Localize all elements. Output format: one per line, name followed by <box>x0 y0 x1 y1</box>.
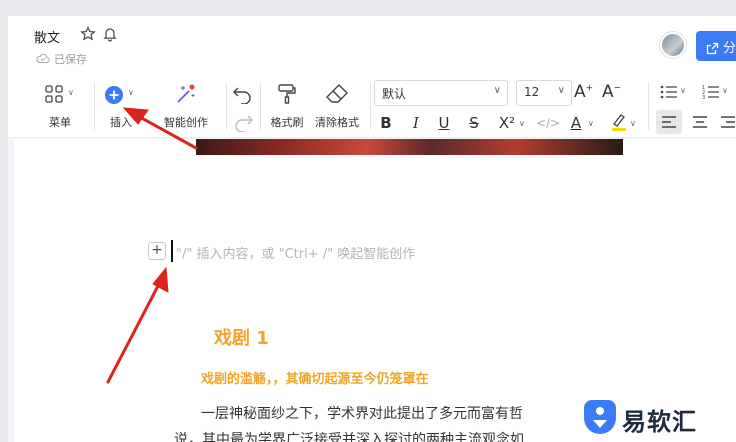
ai-create-button[interactable]: 智能创作 <box>160 82 212 138</box>
paragraph-line[interactable]: 说，其中最为学界广泛接受并深入探讨的两种主流观念如 <box>174 429 524 442</box>
redo-icon[interactable] <box>232 112 254 132</box>
align-center-icon[interactable] <box>692 115 708 129</box>
grid-icon <box>45 85 63 103</box>
chevron-down-icon[interactable]: ∨ <box>680 86 686 95</box>
divider <box>94 82 95 130</box>
underline-icon[interactable]: U <box>436 112 452 134</box>
document-title[interactable]: 散文 <box>34 27 60 46</box>
superscript-icon[interactable]: X² <box>496 112 518 134</box>
code-icon[interactable]: </> <box>536 112 560 134</box>
font-size-select[interactable]: 12 ∨ <box>516 80 572 106</box>
share-button[interactable]: 分 <box>696 31 736 61</box>
plus-circle-icon <box>105 86 123 104</box>
divider <box>260 82 261 130</box>
strikethrough-icon[interactable]: S <box>466 112 482 134</box>
add-block-button[interactable]: + <box>148 242 166 260</box>
chevron-down-icon[interactable]: ∨ <box>722 86 728 95</box>
menu-label: 菜单 <box>49 116 71 129</box>
document-header: 散文 已保存 分 <box>8 16 736 74</box>
menu-button[interactable]: ∨ 菜单 <box>38 82 82 138</box>
clear-format-button[interactable]: 清除格式 <box>310 82 364 138</box>
clear-format-label: 清除格式 <box>315 116 359 129</box>
cloud-saved-icon <box>36 53 50 63</box>
bold-icon[interactable]: B <box>378 112 394 134</box>
window-top-strip <box>0 0 736 16</box>
window-left-strip <box>0 16 8 442</box>
svg-text:3: 3 <box>702 95 705 100</box>
bullet-list-icon[interactable] <box>660 84 678 100</box>
heading-text[interactable]: 戏剧 1 <box>214 324 269 350</box>
magic-wand-icon <box>177 84 195 103</box>
chevron-down-icon: ∨ <box>68 88 74 97</box>
align-right-icon[interactable] <box>720 115 736 129</box>
insert-button[interactable]: ∨ 插入 <box>98 82 144 138</box>
share-icon <box>706 42 719 55</box>
paragraph-line[interactable]: 一层神秘面纱之下，学术界对此提出了多元而富有哲 <box>201 403 523 423</box>
chevron-down-icon[interactable]: ∨ <box>519 119 525 128</box>
editor-placeholder[interactable]: "/" 插入内容，或 "Ctrl+ /" 唤起智能创作 <box>176 243 415 262</box>
align-left-button[interactable] <box>656 110 682 134</box>
font-family-value: 默认 <box>382 87 407 101</box>
numbered-list-icon[interactable]: 123 <box>702 84 720 100</box>
insert-label: 插入 <box>110 116 132 129</box>
text-cursor <box>171 240 173 262</box>
chevron-down-icon: ∨ <box>557 85 565 96</box>
embedded-image[interactable] <box>196 139 623 155</box>
bell-icon[interactable] <box>102 26 118 42</box>
align-left-icon <box>662 116 676 128</box>
paint-brush-icon <box>278 84 296 104</box>
star-icon[interactable] <box>80 26 96 42</box>
divider <box>226 82 227 130</box>
highlight-icon[interactable] <box>610 112 628 132</box>
font-family-select[interactable]: 默认 ∨ <box>374 80 508 106</box>
undo-icon[interactable] <box>232 84 254 104</box>
subheading-text[interactable]: 戏剧的滥觞，，其确切起源至今仍笼罩在 <box>201 368 429 387</box>
chevron-down-icon: ∨ <box>128 88 134 97</box>
format-painter-button[interactable]: 格式刷 <box>264 82 310 138</box>
decrease-font-icon[interactable]: A− <box>602 82 621 102</box>
chevron-down-icon[interactable]: ∨ <box>588 119 594 128</box>
watermark-text: 易软汇 <box>622 408 697 436</box>
divider <box>648 82 649 130</box>
avatar[interactable] <box>660 32 686 58</box>
toolbar: ∨ 菜单 ∨ 插入 智能创作 格式刷 清除格式 默认 ∨ 12 ∨ A+ A− … <box>8 74 736 138</box>
ai-create-label: 智能创作 <box>164 116 208 129</box>
logo-mark-icon <box>584 400 616 434</box>
divider <box>370 82 371 130</box>
watermark-logo: 易软汇 <box>582 394 736 442</box>
save-status: 已保存 <box>54 53 87 66</box>
font-size-value: 12 <box>524 85 540 99</box>
eraser-icon <box>326 84 348 103</box>
chevron-down-icon[interactable]: ∨ <box>630 119 636 128</box>
chevron-down-icon: ∨ <box>493 85 501 96</box>
italic-icon[interactable]: I <box>408 112 424 134</box>
font-color-icon[interactable]: A <box>568 112 584 134</box>
format-painter-label: 格式刷 <box>270 116 304 129</box>
share-label: 分 <box>723 41 736 56</box>
increase-font-icon[interactable]: A+ <box>574 82 593 102</box>
